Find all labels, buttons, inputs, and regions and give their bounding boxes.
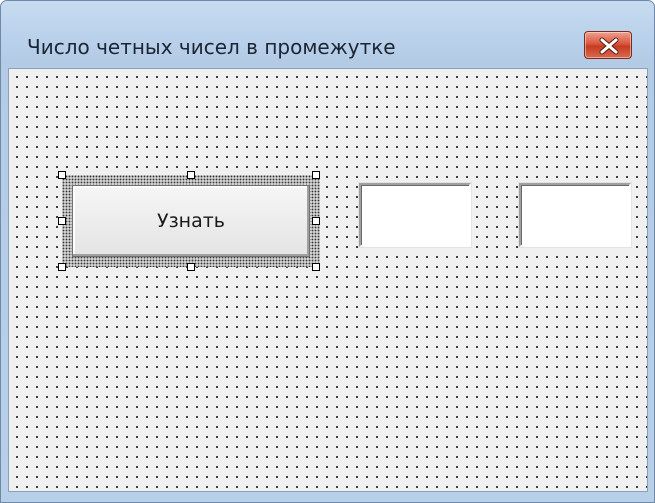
resize-handle-top-right[interactable] xyxy=(312,171,320,179)
find-out-button[interactable]: Узнать xyxy=(72,185,310,257)
window-title: Число четных чисел в промежутке xyxy=(27,35,396,59)
resize-handle-bottom-left[interactable] xyxy=(58,263,66,271)
form-design-surface[interactable]: Узнать xyxy=(8,68,648,492)
close-button[interactable] xyxy=(584,31,632,59)
resize-handle-middle-right[interactable] xyxy=(312,217,320,225)
textbox-2[interactable] xyxy=(519,183,631,247)
resize-handle-top-middle[interactable] xyxy=(187,171,195,179)
resize-handle-middle-left[interactable] xyxy=(58,217,66,225)
userform-window: Число четных чисел в промежутке Узнать xyxy=(0,0,655,503)
close-icon xyxy=(599,37,619,55)
textbox-1[interactable] xyxy=(359,183,471,247)
title-bar[interactable]: Число четных чисел в промежутке xyxy=(1,1,654,67)
resize-handle-bottom-middle[interactable] xyxy=(187,263,195,271)
resize-handle-top-left[interactable] xyxy=(58,171,66,179)
resize-handle-bottom-right[interactable] xyxy=(312,263,320,271)
